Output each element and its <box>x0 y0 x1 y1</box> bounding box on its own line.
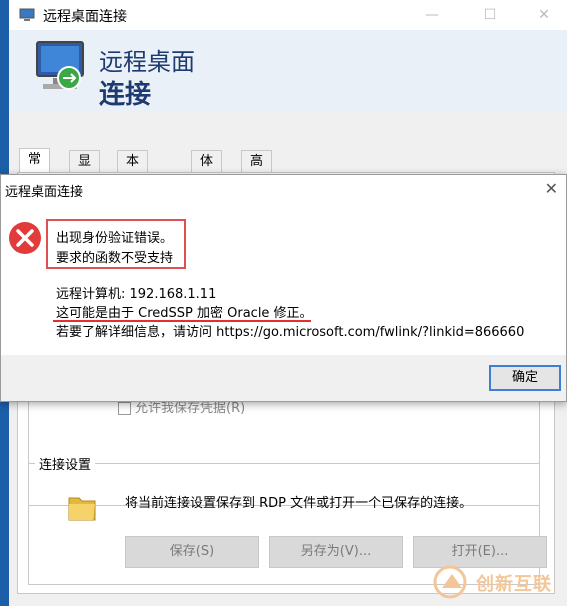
dialog-title: 远程桌面连接 <box>5 185 84 200</box>
ok-button[interactable]: 确定 <box>489 365 561 391</box>
watermark-text: 创新互联 <box>476 574 552 595</box>
titlebar: 远程桌面连接 — ☐ ✕ <box>9 0 567 30</box>
window-title: 远程桌面连接 <box>43 9 127 25</box>
header-title-line2: 连接 <box>99 80 152 110</box>
tab-display[interactable]: 显示 <box>69 150 101 191</box>
tab-advanced[interactable]: 高级 <box>241 150 273 191</box>
error-message-line2: 要求的函数不受支持 <box>56 251 174 266</box>
header-title-line1: 远程桌面 <box>99 48 195 76</box>
folder-icon <box>68 497 96 521</box>
tab-local-resources[interactable]: 本地资源 <box>117 150 149 235</box>
maximize-button[interactable]: ☐ <box>467 0 513 30</box>
save-as-button[interactable]: 另存为(V)... <box>269 536 403 568</box>
save-credentials-label: 允许我保存凭据(R) <box>135 401 246 416</box>
credssp-cause-text: 这可能是由于 CredSSP 加密 Oracle 修正。 <box>56 306 313 321</box>
dialog-footer: 确定 <box>1 355 566 401</box>
tab-experience[interactable]: 体验 <box>191 150 223 191</box>
more-info-text: 若要了解详细信息，请访问 https://go.microsoft.com/fw… <box>56 325 525 340</box>
watermark: 创新互联 <box>432 562 567 602</box>
error-icon <box>9 222 41 254</box>
save-button[interactable]: 保存(S) <box>125 536 259 568</box>
close-button[interactable]: ✕ <box>521 0 567 30</box>
minimize-button[interactable]: — <box>409 0 455 30</box>
checkbox-box[interactable] <box>118 402 131 415</box>
connection-settings-title: 连接设置 <box>35 454 96 473</box>
tab-general[interactable]: 常规 <box>19 148 51 189</box>
rdp-monitor-icon <box>36 41 84 90</box>
watermark-logo-icon <box>433 565 467 599</box>
rdp-app-icon <box>19 8 35 21</box>
window-header: 远程桌面 连接 <box>9 30 567 112</box>
error-dialog: 远程桌面连接 ✕ 出现身份验证错误。 要求的函数不受支持 远程计算机: 192.… <box>0 174 567 402</box>
connection-settings-text: 将当前连接设置保存到 RDP 文件或打开一个已保存的连接。 <box>125 496 473 511</box>
dialog-close-button[interactable]: ✕ <box>545 179 558 198</box>
remote-computer-text: 远程计算机: 192.168.1.11 <box>56 287 217 302</box>
error-message-line1: 出现身份验证错误。 <box>56 231 174 246</box>
